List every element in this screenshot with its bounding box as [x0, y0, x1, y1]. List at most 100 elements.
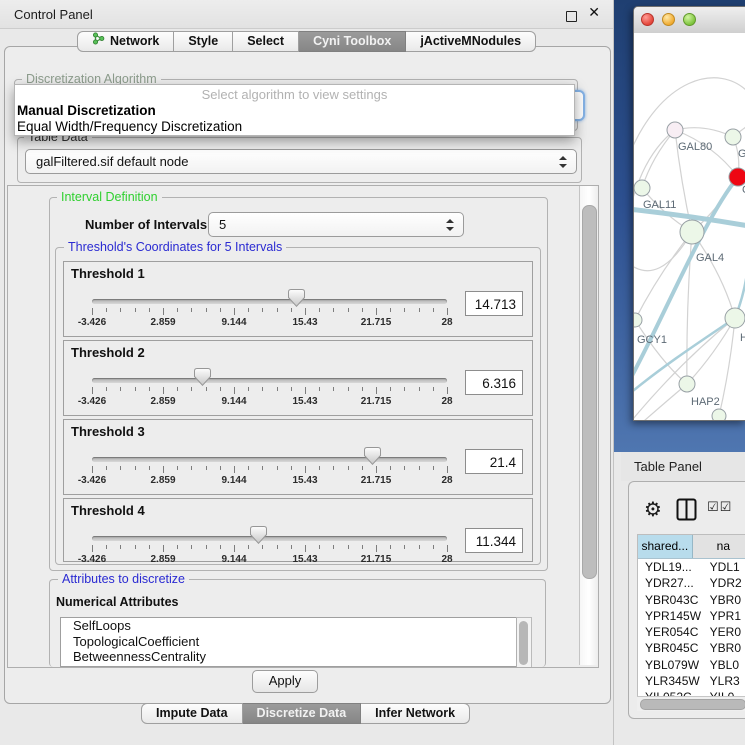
slider-tick: [376, 466, 377, 473]
tab-impute-data[interactable]: Impute Data: [141, 703, 243, 724]
tab-network[interactable]: Network: [77, 31, 174, 52]
attribute-list-item[interactable]: TopologicalCoefficient: [61, 634, 517, 650]
network-node[interactable]: [680, 220, 704, 244]
slider-tick: [220, 466, 221, 470]
attributes-scroll-thumb[interactable]: [519, 621, 528, 665]
table-row[interactable]: YDL19... YDL1: [638, 559, 745, 575]
threshold-slider-thumb[interactable]: [250, 526, 267, 544]
apply-button[interactable]: Apply: [252, 670, 318, 693]
slider-tick-label: 28: [441, 317, 452, 328]
slider-tick: [319, 387, 320, 391]
control-panel-window: Control Panel ✕ Network Style Select Cyn…: [0, 0, 614, 745]
network-node[interactable]: [725, 308, 745, 328]
network-node[interactable]: [679, 376, 695, 392]
table-row[interactable]: YER054C YER0: [638, 624, 745, 640]
float-window-icon[interactable]: [566, 11, 577, 22]
network-edge[interactable]: [719, 318, 735, 416]
tab-select[interactable]: Select: [233, 31, 299, 52]
threshold-value-field[interactable]: 21.4: [465, 449, 523, 474]
threshold-value-field[interactable]: 11.344: [465, 528, 523, 553]
threshold-slider-thumb[interactable]: [364, 447, 381, 465]
network-node[interactable]: [667, 122, 683, 138]
slider-tick: [333, 466, 334, 470]
threshold-slider-thumb[interactable]: [194, 368, 211, 386]
name-cell: YER0: [701, 624, 745, 640]
slider-tick: [220, 308, 221, 312]
network-window-titlebar[interactable]: [634, 7, 745, 34]
tab-cyni-toolbox[interactable]: Cyni Toolbox: [299, 31, 406, 52]
checkbox-icons[interactable]: ☑☑: [707, 500, 732, 515]
slider-tick-label: 9.144: [221, 475, 246, 486]
slider-tick: [106, 466, 107, 470]
attribute-list-item[interactable]: BetweennessCentrality: [61, 649, 517, 665]
slider-tick: [177, 308, 178, 312]
tab-jactivemnodules[interactable]: jActiveMNodules: [406, 31, 536, 52]
threshold-slider-track[interactable]: [92, 457, 447, 462]
slider-tick: [404, 387, 405, 391]
threshold-slider-thumb[interactable]: [288, 289, 305, 307]
maximize-traffic-light-icon[interactable]: [683, 13, 696, 26]
slider-tick-label: 2.859: [150, 396, 175, 407]
threshold-slider-track[interactable]: [92, 536, 447, 541]
attributes-list-scrollbar[interactable]: [516, 617, 532, 668]
slider-tick: [376, 308, 377, 315]
attribute-list-item[interactable]: SelfLoops: [61, 618, 517, 634]
threshold-value-field[interactable]: 6.316: [465, 370, 523, 395]
network-node[interactable]: [634, 180, 650, 196]
column-header-name[interactable]: na: [693, 535, 745, 558]
slider-tick: [262, 308, 263, 312]
slider-tick: [120, 545, 121, 549]
slider-tick: [433, 387, 434, 391]
slider-tick: [291, 545, 292, 549]
gear-icon[interactable]: ⚙: [644, 497, 662, 521]
threshold-slider-track[interactable]: [92, 299, 447, 304]
tab-discretize-data[interactable]: Discretize Data: [243, 703, 362, 724]
table-row[interactable]: YBR043C YBR0: [638, 592, 745, 608]
network-edge[interactable]: [675, 128, 733, 137]
combo-spinner-icon: [446, 219, 454, 231]
slider-tick: [291, 387, 292, 391]
network-edge[interactable]: [634, 384, 687, 420]
slider-tick: [291, 466, 292, 470]
dropdown-option-equal-width[interactable]: Equal Width/Frequency Discretization: [15, 119, 574, 135]
slider-tick-label: -3.426: [78, 475, 106, 486]
network-canvas[interactable]: GAL80GACGAL11GAL4GCY1HHAP2: [634, 33, 745, 420]
table-horizontal-scrollbar[interactable]: [637, 696, 745, 711]
network-edge[interactable]: [642, 130, 675, 188]
number-of-intervals-combo[interactable]: 5: [208, 212, 464, 237]
slider-tick-label: 2.859: [150, 554, 175, 565]
node-table[interactable]: shared... na YDL19... YDL1YDR27... YDR2Y…: [637, 534, 745, 698]
numerical-attributes-list[interactable]: SelfLoopsTopologicalCoefficientBetweenne…: [60, 617, 518, 667]
slider-tick: [191, 466, 192, 470]
tab-infer-network[interactable]: Infer Network: [361, 703, 470, 724]
table-row[interactable]: YLR345W YLR3: [638, 673, 745, 689]
dropdown-option-manual[interactable]: Manual Discretization: [15, 103, 574, 119]
table-row[interactable]: YBR045C YBR0: [638, 640, 745, 656]
settings-vertical-scrollbar[interactable]: [579, 186, 598, 665]
tab-style[interactable]: Style: [174, 31, 233, 52]
table-panel-header: Table Panel: [621, 452, 745, 481]
columns-icon[interactable]: [676, 498, 697, 526]
table-row[interactable]: YDR27... YDR2: [638, 575, 745, 591]
close-traffic-light-icon[interactable]: [641, 13, 654, 26]
close-window-icon[interactable]: ✕: [588, 5, 600, 21]
threshold-slider-track[interactable]: [92, 378, 447, 383]
minimize-traffic-light-icon[interactable]: [662, 13, 675, 26]
column-header-shared-name[interactable]: shared...: [638, 535, 693, 558]
shared-name-cell: YPR145W: [638, 608, 701, 624]
threshold-value-field[interactable]: 14.713: [465, 291, 523, 316]
slider-tick: [120, 466, 121, 470]
dropdown-prompt-item[interactable]: Select algorithm to view settings: [15, 87, 574, 103]
table-row[interactable]: YBL079W YBL0: [638, 657, 745, 673]
window-title: Control Panel: [14, 7, 93, 22]
network-node[interactable]: [725, 129, 741, 145]
network-node[interactable]: [712, 409, 726, 420]
network-node[interactable]: [634, 313, 642, 327]
table-hscroll-thumb[interactable]: [640, 699, 745, 710]
table-row[interactable]: YPR145W YPR1: [638, 608, 745, 624]
slider-tick: [333, 308, 334, 312]
settings-vscroll-thumb[interactable]: [582, 205, 597, 579]
shared-name-cell: YBL079W: [638, 657, 701, 673]
slider-tick: [206, 387, 207, 391]
table-data-combo[interactable]: galFiltered.sif default node: [25, 149, 577, 174]
